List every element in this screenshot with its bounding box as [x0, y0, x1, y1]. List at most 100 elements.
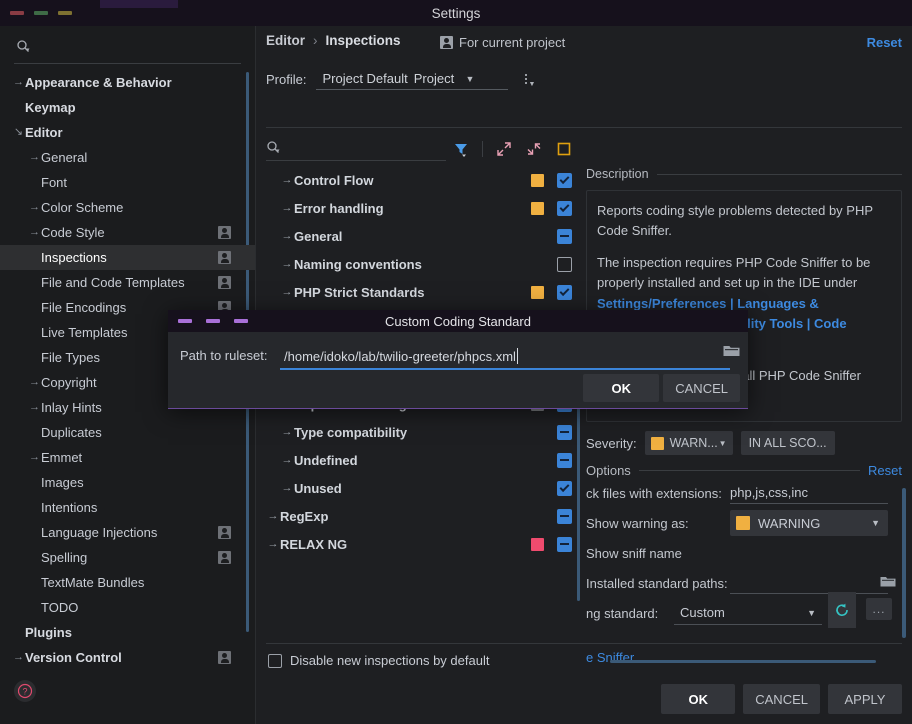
refresh-button[interactable]: [828, 592, 856, 628]
chevron-collapsed-icon[interactable]: →: [280, 230, 294, 242]
apply-button[interactable]: APPLY: [828, 684, 902, 714]
inspection-search[interactable]: [266, 137, 462, 161]
inspection-row[interactable]: → Control Flow: [266, 166, 580, 194]
sidebar-item-duplicates[interactable]: Duplicates: [0, 420, 255, 445]
option-coding-standard-dropdown[interactable]: Custom ▼: [674, 601, 822, 625]
chevron-collapsed-icon[interactable]: →: [28, 202, 41, 213]
inspection-checkbox[interactable]: [557, 424, 572, 440]
chevron-expanded-icon[interactable]: ↘: [12, 127, 25, 138]
sidebar-item-color-scheme[interactable]: → Color Scheme: [0, 195, 255, 220]
folder-icon[interactable]: [880, 575, 896, 591]
chevron-collapsed-icon[interactable]: →: [266, 538, 280, 550]
inspection-row[interactable]: → PHP Strict Standards: [266, 278, 580, 306]
chevron-collapsed-icon[interactable]: →: [280, 426, 294, 438]
collapse-all-icon[interactable]: [523, 138, 545, 160]
disable-new-inspections-row[interactable]: Disable new inspections by default: [268, 653, 489, 668]
options-header: Options Reset: [586, 462, 902, 478]
chevron-collapsed-icon[interactable]: →: [28, 452, 41, 463]
help-icon[interactable]: ?: [14, 680, 36, 702]
dialog-ok-button[interactable]: OK: [583, 374, 660, 402]
inspection-row[interactable]: → Naming conventions: [266, 250, 580, 278]
sidebar-item-textmate-bundles[interactable]: TextMate Bundles: [0, 570, 255, 595]
chevron-collapsed-icon[interactable]: →: [280, 286, 294, 298]
severity-color-swatch: [531, 173, 544, 187]
inspection-row[interactable]: → Undefined: [266, 446, 580, 474]
inspection-checkbox[interactable]: [557, 256, 572, 272]
sidebar-item-spelling[interactable]: Spelling: [0, 545, 255, 570]
option-extensions-input[interactable]: php,js,css,inc: [730, 482, 888, 504]
sidebar-item-label: Code Style: [41, 225, 105, 240]
reset-link[interactable]: Reset: [867, 35, 902, 50]
sidebar-item-images[interactable]: Images: [0, 470, 255, 495]
expand-all-icon[interactable]: [493, 138, 515, 160]
options-horizontal-scrollbar[interactable]: [610, 660, 876, 663]
chevron-collapsed-icon[interactable]: →: [28, 402, 41, 413]
inspection-checkbox[interactable]: [557, 508, 572, 524]
chevron-collapsed-icon[interactable]: →: [280, 482, 294, 494]
options-scrollbar[interactable]: [902, 488, 906, 638]
chevron-collapsed-icon[interactable]: →: [280, 202, 294, 214]
inspection-row[interactable]: → Error handling: [266, 194, 580, 222]
sidebar-item-todo[interactable]: TODO: [0, 595, 255, 620]
folder-icon[interactable]: [723, 344, 740, 361]
inspection-checkbox[interactable]: [557, 228, 572, 244]
inspection-checkbox[interactable]: [557, 452, 572, 468]
option-show-sniff-row[interactable]: Show sniff name: [586, 538, 902, 568]
sidebar-search-input[interactable]: [30, 40, 241, 55]
profile-dropdown[interactable]: Project Default Project ▼: [316, 68, 509, 90]
scope-button[interactable]: IN ALL SCO...: [740, 431, 835, 455]
inspection-row[interactable]: → Type compatibility: [266, 418, 580, 446]
cancel-button[interactable]: CANCEL: [743, 684, 820, 714]
github-link[interactable]: PHP Code Sniffer installation (GitHub): [624, 420, 844, 421]
inspection-row[interactable]: → General: [266, 222, 580, 250]
option-installed-paths-input[interactable]: [730, 572, 888, 594]
chevron-collapsed-icon[interactable]: →: [280, 174, 294, 186]
dialog-cancel-button[interactable]: CANCEL: [663, 374, 740, 402]
sidebar-item-keymap[interactable]: Keymap: [0, 95, 255, 120]
chevron-collapsed-icon[interactable]: →: [12, 652, 25, 663]
inspection-checkbox[interactable]: [557, 172, 572, 188]
chevron-collapsed-icon[interactable]: →: [28, 152, 41, 163]
inspection-search-input[interactable]: [280, 141, 462, 156]
inspection-checkbox[interactable]: [557, 480, 572, 496]
sidebar-item-plugins[interactable]: Plugins: [0, 620, 255, 645]
chevron-collapsed-icon[interactable]: →: [28, 377, 41, 388]
inspection-row[interactable]: → RELAX NG: [266, 530, 580, 558]
path-to-ruleset-input[interactable]: /home/idoko/lab/twilio-greeter/phpcs.xml: [280, 344, 730, 370]
sidebar-item-language-injections[interactable]: Language Injections: [0, 520, 255, 545]
sidebar-item-general[interactable]: → General: [0, 145, 255, 170]
sidebar-item-appearance-behavior[interactable]: → Appearance & Behavior: [0, 70, 255, 95]
inspection-row[interactable]: → RegExp: [266, 502, 580, 530]
inspection-checkbox[interactable]: [557, 284, 572, 300]
sidebar-item-code-style[interactable]: → Code Style: [0, 220, 255, 245]
ok-button[interactable]: OK: [661, 684, 736, 714]
chevron-collapsed-icon[interactable]: →: [28, 227, 41, 238]
chevron-collapsed-icon[interactable]: →: [280, 454, 294, 466]
inspection-row[interactable]: → Unused: [266, 474, 580, 502]
profile-menu-button[interactable]: ▼: [518, 68, 535, 90]
severity-dropdown[interactable]: WARN... ▼: [644, 431, 733, 455]
sidebar-item-version-control[interactable]: → Version Control: [0, 645, 255, 670]
sidebar-search[interactable]: [14, 32, 241, 64]
sidebar-item-file-and-code-templates[interactable]: File and Code Templates: [0, 270, 255, 295]
sidebar-item-inspections[interactable]: Inspections: [0, 245, 255, 270]
filter-icon[interactable]: [450, 138, 472, 160]
browse-standard-button[interactable]: ...: [866, 598, 892, 620]
option-extensions-value: php,js,css,inc: [730, 485, 809, 500]
scope-square-icon[interactable]: [553, 138, 575, 160]
sidebar-item-editor[interactable]: ↘ Editor: [0, 120, 255, 145]
inspection-tree[interactable]: → Control Flow → Error handling → General → Nam…: [266, 166, 580, 666]
options-reset-link[interactable]: Reset: [868, 463, 902, 478]
disable-new-inspections-checkbox[interactable]: [268, 653, 282, 668]
chevron-collapsed-icon[interactable]: →: [280, 258, 294, 270]
sidebar-item-font[interactable]: Font: [0, 170, 255, 195]
chevron-collapsed-icon[interactable]: →: [266, 510, 280, 522]
sidebar-item-directories[interactable]: Directories: [0, 670, 255, 674]
breadcrumb-root[interactable]: Editor: [266, 33, 305, 48]
inspection-checkbox[interactable]: [557, 200, 572, 216]
chevron-collapsed-icon[interactable]: →: [12, 77, 25, 88]
sidebar-item-intentions[interactable]: Intentions: [0, 495, 255, 520]
option-show-warning-dropdown[interactable]: WARNING ▼: [730, 510, 888, 536]
sidebar-item-emmet[interactable]: → Emmet: [0, 445, 255, 470]
inspection-checkbox[interactable]: [557, 536, 572, 552]
